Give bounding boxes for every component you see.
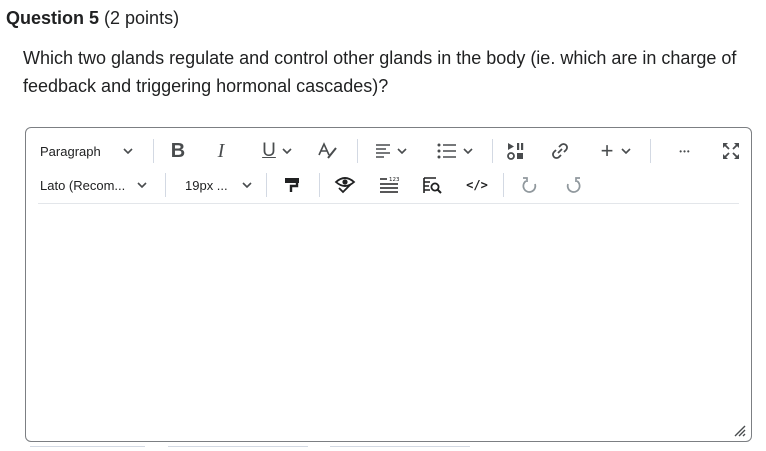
link-icon [550, 141, 570, 161]
underline-icon: U [262, 140, 276, 161]
toolbar-row-1: Paragraph B I U + ••• [26, 134, 751, 168]
partial-button[interactable] [30, 446, 145, 451]
insert-link-button[interactable] [546, 134, 574, 168]
undo-icon [521, 176, 539, 194]
preview-button[interactable] [418, 168, 446, 202]
media-icon [506, 141, 526, 161]
insert-stuff-dropdown[interactable]: + [596, 134, 636, 168]
toolbar-divider [38, 203, 739, 204]
rich-text-editor: Paragraph B I U + ••• Lato (Recom... 19p… [25, 127, 752, 442]
add-icon: + [600, 138, 614, 163]
question-header: Question 5 (2 points) [6, 7, 179, 29]
chevron-down-icon [463, 148, 473, 154]
preview-icon [422, 176, 442, 194]
undo-button[interactable] [516, 168, 544, 202]
partial-button[interactable] [330, 446, 470, 451]
redo-icon [564, 176, 582, 194]
source-code-button[interactable]: </> [461, 168, 493, 202]
accessibility-check-icon [334, 175, 356, 195]
font-family-label: Lato (Recom... [40, 177, 126, 193]
redo-button[interactable] [559, 168, 587, 202]
toolbar-row-2: Lato (Recom... 19px ... 123 </> [26, 168, 751, 202]
font-size-dropdown[interactable]: 19px ... [185, 168, 255, 202]
font-family-dropdown[interactable]: Lato (Recom... [40, 168, 154, 202]
bold-icon: B [170, 139, 186, 162]
font-size-label: 19px ... [185, 177, 228, 193]
question-title: Question 5 [6, 8, 100, 28]
toolbar-separator [503, 173, 504, 197]
chevron-down-icon [137, 182, 147, 188]
more-actions-button[interactable]: ••• [670, 134, 700, 168]
toolbar-separator [492, 139, 493, 163]
underline-dropdown[interactable]: U [254, 134, 300, 168]
chevron-down-icon [282, 148, 292, 154]
chevron-down-icon [397, 148, 407, 154]
align-dropdown[interactable] [370, 134, 412, 168]
italic-button[interactable]: I [207, 134, 235, 168]
chevron-down-icon [242, 182, 252, 188]
fullscreen-icon [722, 142, 740, 160]
text-color-icon [316, 142, 338, 160]
word-count-icon: 123 [378, 176, 400, 194]
svg-text:123: 123 [389, 177, 400, 183]
editor-content-area[interactable] [38, 210, 739, 431]
code-icon: </> [466, 178, 488, 192]
align-left-icon [375, 144, 391, 158]
fullscreen-button[interactable] [716, 134, 746, 168]
paragraph-format-dropdown[interactable]: Paragraph [40, 134, 152, 168]
chevron-down-icon [123, 148, 133, 154]
toolbar-separator [357, 139, 358, 163]
question-points: (2 points) [104, 8, 180, 28]
word-count-button[interactable]: 123 [375, 168, 403, 202]
toolbar-separator [650, 139, 651, 163]
toolbar-separator [165, 173, 166, 197]
question-text: Which two glands regulate and control ot… [23, 48, 737, 96]
resize-handle[interactable] [732, 423, 746, 437]
format-painter-button[interactable] [278, 168, 306, 202]
partial-button[interactable] [168, 446, 308, 451]
list-dropdown[interactable] [434, 134, 476, 168]
toolbar-separator [153, 139, 154, 163]
chevron-down-icon [621, 148, 631, 154]
bold-button[interactable]: B [164, 134, 192, 168]
insert-media-button[interactable] [502, 134, 530, 168]
paragraph-format-label: Paragraph [40, 143, 101, 159]
italic-icon: I [217, 139, 225, 162]
bulleted-list-icon [437, 143, 457, 159]
resize-grip-icon [734, 425, 746, 437]
text-color-button[interactable] [314, 134, 340, 168]
more-icon: ••• [679, 146, 691, 156]
accessibility-checker-button[interactable] [331, 168, 359, 202]
toolbar-separator [266, 173, 267, 197]
toolbar-separator [319, 173, 320, 197]
paint-roller-icon [283, 176, 301, 194]
